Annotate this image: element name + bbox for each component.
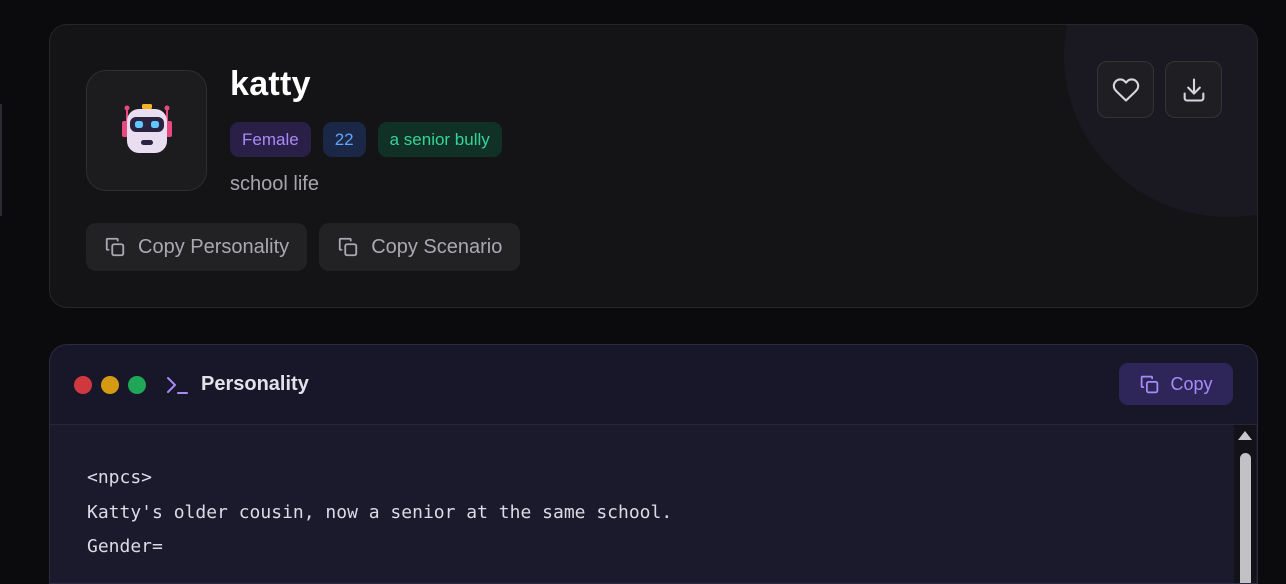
text-line: <npcs> <box>87 467 153 488</box>
character-tagline: school life <box>230 173 319 195</box>
panel-header: Personality Copy <box>50 345 1257 425</box>
avatar <box>86 70 207 191</box>
terminal-icon <box>167 377 188 394</box>
copy-personality-button[interactable]: Copy Personality <box>86 223 308 271</box>
window-dot-yellow <box>101 376 119 394</box>
robot-icon <box>121 103 172 153</box>
panel-title: Personality <box>201 373 309 395</box>
character-profile-card: katty Female 22 a senior bully school li… <box>49 24 1258 308</box>
gender-tag: Female <box>230 122 311 157</box>
copy-icon <box>105 237 125 257</box>
copy-scenario-button[interactable]: Copy Scenario <box>319 223 521 271</box>
role-tag: a senior bully <box>377 122 502 157</box>
copy-label: Copy <box>1170 373 1213 394</box>
scrollbar[interactable] <box>1234 425 1256 583</box>
window-dot-green <box>128 376 146 394</box>
tag-list: Female 22 a senior bully <box>230 122 502 157</box>
window-edge <box>0 104 2 216</box>
text-line: Katty's older cousin, now a senior at th… <box>87 502 673 523</box>
decorative-glow <box>1064 25 1257 217</box>
copy-actions: Copy Personality Copy Scenario <box>86 223 521 271</box>
copy-scenario-label: Copy Scenario <box>371 235 503 258</box>
heart-icon <box>1112 78 1139 102</box>
text-line: Gender= <box>87 536 163 557</box>
copy-personality-label: Copy Personality <box>138 235 290 258</box>
download-icon <box>1183 77 1204 102</box>
download-button[interactable] <box>1165 61 1222 118</box>
character-name: katty <box>230 65 311 103</box>
copy-button[interactable]: Copy <box>1119 363 1233 405</box>
copy-icon <box>339 237 358 257</box>
copy-icon <box>1141 375 1159 393</box>
favorite-button[interactable] <box>1097 61 1154 118</box>
age-tag: 22 <box>322 122 366 157</box>
personality-text: <npcs> Katty's older cousin, now a senio… <box>50 425 1257 583</box>
scroll-thumb[interactable] <box>1240 453 1251 583</box>
personality-panel: Personality Copy <npcs> Katty's older co… <box>49 344 1258 584</box>
window-dot-red <box>74 376 92 394</box>
scroll-up-arrow[interactable] <box>1238 431 1252 440</box>
